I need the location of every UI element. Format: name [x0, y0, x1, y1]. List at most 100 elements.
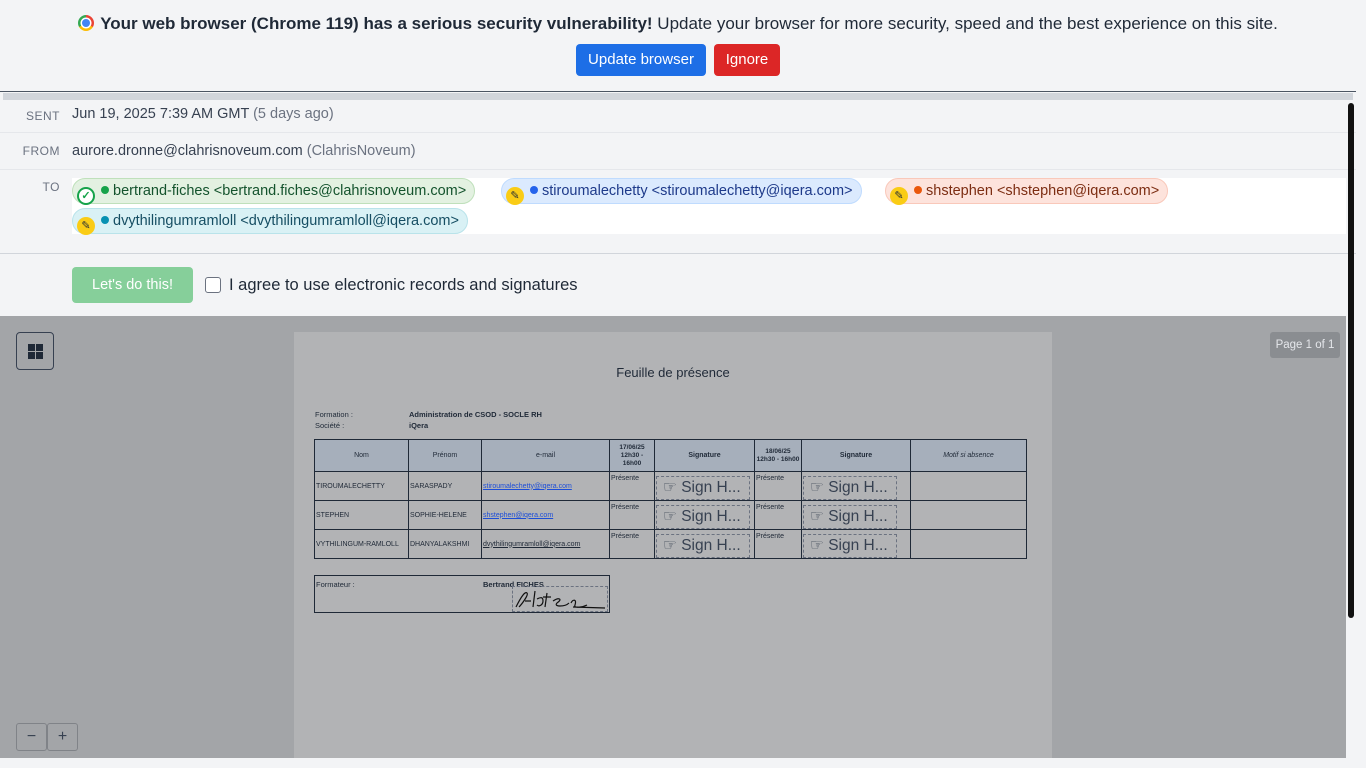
agree-checkbox[interactable]: [205, 277, 221, 293]
banner-message: Your web browser (Chrome 119) has a seri…: [0, 14, 1356, 34]
table-row: VYTHILINGUM-RAMLOLL DHANYALAKSHMI dvythi…: [314, 529, 1027, 559]
hand-pointer-icon: ☞: [810, 479, 824, 496]
sign-here-label: Sign H...: [828, 537, 888, 554]
handwritten-signature: [515, 590, 606, 609]
formation-value: Administration de CSOD - SOCLE RH: [409, 410, 542, 419]
email-link[interactable]: stiroumalechetty@iqera.com: [483, 483, 572, 490]
sign-here-label: Sign H...: [681, 508, 741, 525]
status-dot: [914, 186, 922, 194]
sign-here-field[interactable]: ☞ Sign H...: [656, 505, 750, 529]
sent-relative: (5 days ago): [253, 106, 334, 122]
hand-pointer-icon: ☞: [663, 537, 677, 554]
attendance-table: Nom Prénom e-mail 17/06/25 12h30 - 16h00…: [314, 439, 1027, 559]
recipient-chip[interactable]: ✎ dvythilingumramloll <dvythilingumramlol…: [72, 208, 468, 235]
hand-pointer-icon: ☞: [663, 508, 677, 525]
from-value: aurore.dronne@clahrisnoveum.com (Clahris…: [72, 143, 416, 159]
sign-here-label: Sign H...: [681, 537, 741, 554]
scrollbar-thumb[interactable]: [1348, 103, 1354, 618]
update-browser-button[interactable]: Update browser: [576, 44, 706, 76]
cell-prenom: SOPHIE-HELENE: [408, 500, 482, 530]
trainer-signature: [512, 586, 608, 612]
societe-value: iQera: [409, 421, 429, 430]
pen-icon: ✎: [506, 187, 524, 205]
pen-icon: ✎: [890, 187, 908, 205]
email-link[interactable]: shstephen@iqera.com: [483, 512, 553, 519]
sign-here-field[interactable]: ☞ Sign H...: [656, 534, 750, 558]
ignore-button[interactable]: Ignore: [714, 44, 780, 76]
sign-here-field[interactable]: ☞ Sign H...: [803, 534, 897, 558]
from-org: (ClahrisNoveum): [306, 143, 416, 159]
from-row: FROM aurore.dronne@clahrisnoveum.com (Cl…: [0, 133, 1356, 170]
status-dot: [530, 186, 538, 194]
sign-here-field[interactable]: ☞ Sign H...: [656, 476, 750, 500]
header-day1: 17/06/25 12h30 - 16h00: [609, 439, 655, 472]
sent-label: SENT: [25, 109, 60, 123]
trainer-label: Formateur :: [316, 580, 355, 589]
zoom-out-button[interactable]: −: [16, 723, 47, 751]
cell-nom: STEPHEN: [314, 500, 409, 530]
page-indicator: Page 1 of 1: [1270, 332, 1340, 358]
recipient-label: bertrand-fiches <bertrand.fiches@clahris…: [113, 183, 467, 199]
sign-here-field[interactable]: ☞ Sign H...: [803, 505, 897, 529]
header-signature2: Signature: [801, 439, 911, 472]
sent-value: Jun 19, 2025 7:39 AM GMT (5 days ago): [72, 106, 334, 122]
from-label: FROM: [22, 144, 60, 158]
banner-text: Update your browser for more security, s…: [652, 14, 1278, 33]
recipient-chip[interactable]: ✓ bertrand-fiches <bertrand.fiches@clahri…: [72, 178, 476, 205]
sign-here-label: Sign H...: [828, 479, 888, 496]
cell-motif: [910, 500, 1027, 530]
cell-presence: Présente: [609, 471, 655, 501]
cell-presence: Présente: [754, 529, 802, 559]
agree-label[interactable]: I agree to use electronic records and si…: [229, 276, 578, 295]
hand-pointer-icon: ☞: [810, 508, 824, 525]
cell-nom: TIROUMALECHETTY: [314, 471, 409, 501]
recipient-chip[interactable]: ✎ shstephen <shstephen@iqera.com>: [885, 178, 1169, 205]
header-signature1: Signature: [654, 439, 755, 472]
societe-label: Société :: [315, 421, 345, 430]
lets-do-this-button[interactable]: Let's do this!: [72, 267, 193, 303]
header-email: e-mail: [481, 439, 610, 472]
header-nom: Nom: [314, 439, 409, 472]
recipient-label: shstephen <shstephen@iqera.com>: [926, 183, 1160, 199]
cell-presence: Présente: [754, 471, 802, 501]
table-row: TIROUMALECHETTY SARASPADY stiroumalechet…: [314, 471, 1027, 501]
scrollbar-track[interactable]: [1356, 92, 1366, 768]
banner-divider: [3, 93, 1353, 100]
cell-prenom: DHANYALAKSHMI: [408, 529, 482, 559]
email-link[interactable]: dvythilingumramloll@iqera.com: [483, 541, 580, 548]
cell-motif: [910, 529, 1027, 559]
recipient-chip[interactable]: ✎ stiroumalechetty <stiroumalechetty@iqer…: [501, 178, 862, 205]
pen-icon: ✎: [77, 217, 95, 235]
document-title: Feuille de présence: [616, 365, 730, 380]
header-motif: Motif si absence: [910, 439, 1027, 472]
cell-presence: Présente: [754, 500, 802, 530]
header-prenom: Prénom: [408, 439, 482, 472]
document-viewer: Feuille de présence Formation : Administ…: [0, 316, 1346, 758]
status-dot: [101, 216, 109, 224]
table-header-row: Nom Prénom e-mail 17/06/25 12h30 - 16h00…: [314, 439, 1027, 472]
thumbnails-grid-icon[interactable]: [16, 332, 54, 370]
sent-date: Jun 19, 2025 7:39 AM GMT: [72, 106, 250, 122]
recipient-label: stiroumalechetty <stiroumalechetty@iqera…: [542, 183, 853, 199]
cell-prenom: SARASPADY: [408, 471, 482, 501]
banner-strong-text: Your web browser (Chrome 119) has a seri…: [100, 14, 653, 33]
from-email: aurore.dronne@clahrisnoveum.com: [72, 143, 303, 159]
recipient-label: dvythilingumramloll <dvythilingumramloll…: [113, 213, 459, 229]
sign-here-field[interactable]: ☞ Sign H...: [803, 476, 897, 500]
status-dot: [101, 186, 109, 194]
browser-warning-banner: Your web browser (Chrome 119) has a seri…: [0, 0, 1356, 92]
to-label: TO: [42, 180, 60, 194]
check-icon: ✓: [77, 187, 95, 205]
cell-presence: Présente: [609, 529, 655, 559]
cell-nom: VYTHILINGUM-RAMLOLL: [314, 529, 409, 559]
chrome-icon: [78, 15, 95, 31]
sent-row: SENT Jun 19, 2025 7:39 AM GMT (5 days ag…: [0, 100, 1356, 133]
trainer-box: Formateur : Bertrand FICHES: [314, 575, 610, 613]
hand-pointer-icon: ☞: [810, 537, 824, 554]
recipients-list: ✓ bertrand-fiches <bertrand.fiches@clahri…: [72, 178, 1346, 235]
table-row: STEPHEN SOPHIE-HELENE shstephen@iqera.co…: [314, 500, 1027, 530]
hand-pointer-icon: ☞: [663, 479, 677, 496]
zoom-in-button[interactable]: +: [47, 723, 78, 751]
cell-motif: [910, 471, 1027, 501]
document-page: Feuille de présence Formation : Administ…: [294, 332, 1052, 758]
